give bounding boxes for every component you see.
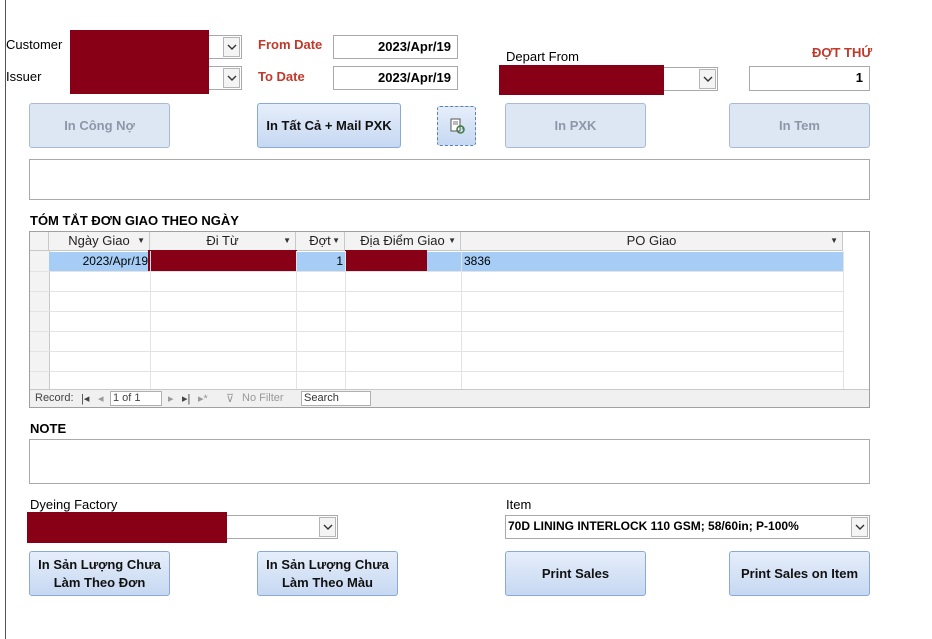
record-label: Record: (35, 392, 74, 404)
cell-po-giao: 3836 (464, 254, 491, 268)
chevron-down-icon[interactable] (223, 68, 240, 88)
print-sales-on-item-button[interactable]: Print Sales on Item (729, 551, 870, 596)
select-all-corner[interactable] (30, 232, 49, 251)
column-header-dia-diem-giao[interactable]: Địa Điểm Giao ▼ (345, 232, 461, 251)
previous-record-icon[interactable]: ◂ (98, 392, 104, 405)
column-header-di-tu[interactable]: Đi Từ ▼ (150, 232, 296, 251)
dyeing-factory-label: Dyeing Factory (30, 497, 118, 512)
to-date-label: To Date (258, 69, 305, 84)
next-record-icon[interactable]: ▸ (168, 392, 174, 405)
sort-arrow-icon[interactable]: ▼ (137, 232, 145, 250)
column-divider (461, 251, 462, 390)
depart-from-label: Depart From (506, 49, 579, 64)
depart-from-redaction (499, 65, 664, 95)
button-label-line2: Làm Theo Đơn (53, 574, 146, 590)
summary-title: TÓM TẮT ĐƠN GIAO THEO NGÀY (30, 213, 239, 228)
refresh-button[interactable] (437, 106, 476, 146)
row-divider (30, 331, 843, 332)
in-cong-no-button[interactable]: In Công Nợ (29, 103, 170, 148)
sort-arrow-icon[interactable]: ▼ (448, 232, 456, 250)
summary-datasheet[interactable]: Ngày Giao ▼ Đi Từ ▼ Đợt ▼ Địa Điểm Giao ▼ PO… (29, 231, 870, 408)
record-position-field[interactable]: 1 of 1 (110, 391, 162, 406)
column-header-label: Đi Từ (206, 233, 239, 248)
row-divider (30, 351, 843, 352)
dyeing-factory-redaction (27, 512, 227, 543)
item-combo[interactable]: 70D LINING INTERLOCK 110 GSM; 58/60in; P… (505, 515, 870, 539)
customer-label: Customer (6, 37, 63, 52)
sort-arrow-icon[interactable]: ▼ (283, 232, 291, 250)
first-record-icon[interactable]: |◂ (81, 392, 89, 405)
column-header-label: PO Giao (626, 233, 677, 248)
search-box[interactable]: Search (301, 391, 371, 406)
column-header-label: Đợt (309, 233, 331, 248)
row-divider (30, 271, 843, 272)
new-record-icon[interactable]: ▸* (198, 392, 208, 405)
item-value: 70D LINING INTERLOCK 110 GSM; 58/60in; P… (508, 519, 799, 533)
customer-issuer-redaction (70, 30, 209, 94)
in-san-luong-theo-don-button[interactable]: In Sản Lượng Chưa Làm Theo Đơn (29, 551, 170, 596)
cell-dia-diem-redaction (345, 250, 427, 272)
chevron-down-icon[interactable] (699, 69, 716, 89)
note-textbox[interactable] (29, 439, 870, 484)
in-tat-ca-mail-button[interactable]: In Tất Cả + Mail PXK (257, 103, 401, 148)
print-sales-button[interactable]: Print Sales (505, 551, 646, 596)
to-date-field[interactable]: 2023/Apr/19 (333, 66, 458, 90)
chevron-down-icon[interactable] (319, 517, 336, 537)
column-header-dot[interactable]: Đợt ▼ (296, 232, 345, 251)
message-textbox[interactable] (29, 159, 870, 200)
cell-di-tu-redaction (148, 250, 297, 272)
issuer-label: Issuer (6, 69, 42, 84)
column-header-label: Địa Điểm Giao (360, 233, 445, 248)
cell-dot: 1 (336, 254, 343, 268)
column-header-ngay-giao[interactable]: Ngày Giao ▼ (49, 232, 150, 251)
last-record-icon[interactable]: ▸| (182, 392, 190, 405)
cell-ngay-giao: 2023/Apr/19 (82, 254, 148, 268)
column-header-po-giao[interactable]: PO Giao ▼ (461, 232, 843, 251)
button-label-line1: In Sản Lượng Chưa (266, 556, 389, 572)
table-row[interactable]: 2023/Apr/19 1 3836 (49, 250, 843, 272)
document-refresh-icon (450, 118, 465, 134)
button-label-line2: Làm Theo Màu (281, 574, 373, 590)
column-header-label: Ngày Giao (68, 233, 130, 248)
column-divider (296, 251, 297, 390)
row-divider (30, 311, 843, 312)
dot-thu-field[interactable]: 1 (749, 66, 870, 91)
column-divider (150, 251, 151, 390)
in-san-luong-theo-mau-button[interactable]: In Sản Lượng Chưa Làm Theo Màu (257, 551, 398, 596)
row-divider (30, 291, 843, 292)
in-tem-button[interactable]: In Tem (729, 103, 870, 148)
window-left-border (5, 0, 6, 639)
no-filter-label[interactable]: No Filter (242, 392, 284, 404)
column-divider (345, 251, 346, 390)
in-pxk-button[interactable]: In PXK (505, 103, 646, 148)
from-date-label: From Date (258, 37, 323, 52)
record-navigation-bar: Record: |◂ ◂ 1 of 1 ▸ ▸| ▸* ⊽ No Filter … (30, 389, 869, 407)
row-divider (30, 371, 843, 372)
button-label-line1: In Sản Lượng Chưa (38, 556, 161, 572)
item-label: Item (506, 497, 532, 512)
sort-arrow-icon[interactable]: ▼ (830, 232, 838, 250)
from-date-field[interactable]: 2023/Apr/19 (333, 35, 458, 59)
filter-icon[interactable]: ⊽ (226, 392, 234, 405)
chevron-down-icon[interactable] (223, 37, 240, 57)
note-label: NOTE (30, 421, 67, 436)
chevron-down-icon[interactable] (851, 517, 868, 537)
column-divider (843, 251, 844, 390)
sort-arrow-icon[interactable]: ▼ (332, 232, 340, 250)
dot-thu-label: ĐỢT THỨ (812, 45, 873, 60)
